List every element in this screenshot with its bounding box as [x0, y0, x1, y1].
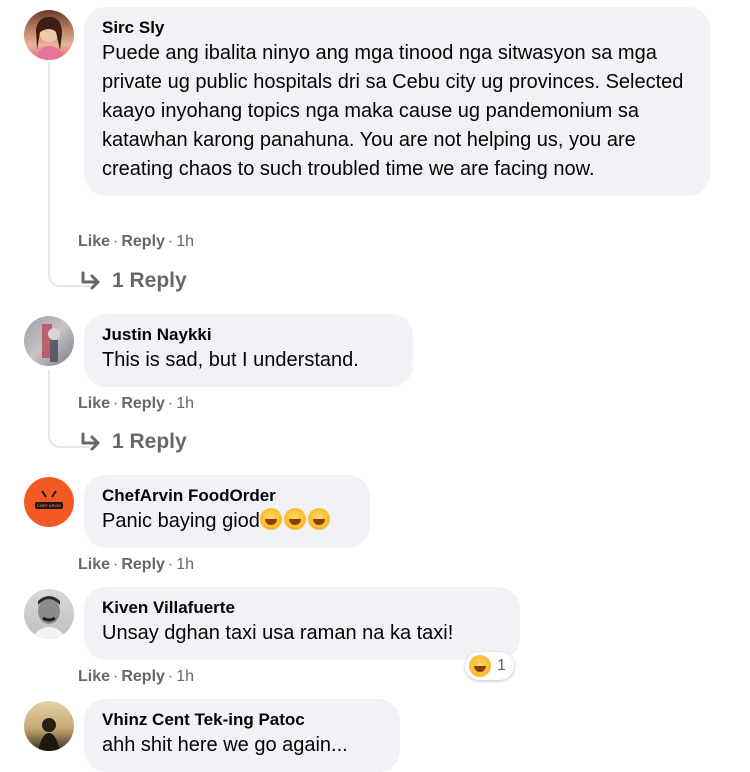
comment-time[interactable]: 1h	[176, 233, 194, 250]
comment-actions: Like · Reply · 1h	[78, 668, 195, 685]
thread-line	[48, 370, 50, 428]
reply-arrow-icon	[81, 271, 100, 290]
comment-author[interactable]: Justin Naykki	[102, 324, 395, 346]
haha-reaction-icon	[469, 655, 491, 677]
thread-line	[48, 62, 50, 267]
reaction-count: 1	[497, 657, 506, 674]
avatar[interactable]	[24, 701, 74, 751]
like-button[interactable]: Like	[78, 395, 110, 412]
comment-bubble: Justin Naykki This is sad, but I underst…	[84, 314, 413, 387]
comment-bubble: Sirc Sly Puede ang ibalita ninyo ang mga…	[84, 7, 710, 196]
comment-text: Unsay dghan taxi usa raman na ka taxi!	[102, 622, 454, 644]
comment-time[interactable]: 1h	[176, 556, 194, 573]
comment-author[interactable]: Sirc Sly	[102, 17, 692, 39]
comment-author[interactable]: ChefArvin FoodOrder	[102, 485, 352, 507]
comment-bubble: ChefArvin FoodOrder Panic baying giod	[84, 475, 370, 548]
reaction-badge[interactable]: 1	[465, 652, 514, 680]
comment-actions: Like · Reply · 1h	[78, 556, 195, 573]
comment-time[interactable]: 1h	[176, 395, 194, 412]
reply-button[interactable]: Reply	[121, 233, 165, 250]
view-replies-label: 1 Reply	[112, 430, 187, 453]
like-button[interactable]: Like	[78, 556, 110, 573]
reply-button[interactable]: Reply	[121, 395, 165, 412]
avatar-logo-text: CHEF ARVIN	[36, 503, 62, 508]
avatar[interactable]	[24, 10, 74, 60]
comment-actions: Like · Reply · 1h	[78, 395, 195, 412]
like-button[interactable]: Like	[78, 233, 110, 250]
comment-actions: Like · Reply · 1h	[78, 233, 195, 250]
comment-text: Puede ang ibalita ninyo ang mga tinood n…	[102, 42, 684, 180]
like-button[interactable]: Like	[78, 668, 110, 685]
comment-text: Panic baying giod	[102, 510, 260, 532]
avatar[interactable]	[24, 316, 74, 366]
laughing-emoji-icon	[259, 508, 282, 530]
view-replies-link[interactable]: 1 Reply	[80, 269, 187, 293]
reply-button[interactable]: Reply	[121, 556, 165, 573]
laughing-emoji-icon	[283, 508, 306, 530]
comment-text: ahh shit here we go again...	[102, 734, 348, 756]
comment-author[interactable]: Kiven Villafuerte	[102, 597, 502, 619]
laughing-emoji-icon	[307, 508, 330, 530]
avatar[interactable]	[24, 589, 74, 639]
comment-text: This is sad, but I understand.	[102, 349, 359, 371]
view-replies-link[interactable]: 1 Reply	[80, 430, 187, 454]
comment-time[interactable]: 1h	[176, 668, 194, 685]
reply-button[interactable]: Reply	[121, 668, 165, 685]
reply-arrow-icon	[81, 432, 100, 451]
view-replies-label: 1 Reply	[112, 269, 187, 292]
avatar[interactable]: CHEF ARVIN	[24, 477, 74, 527]
comment-bubble: Kiven Villafuerte Unsay dghan taxi usa r…	[84, 587, 520, 660]
comment-bubble: Vhinz Cent Tek-ing Patoc ahh shit here w…	[84, 699, 400, 772]
comment-text-row: Panic baying giod	[102, 507, 352, 536]
comment-author[interactable]: Vhinz Cent Tek-ing Patoc	[102, 709, 382, 731]
